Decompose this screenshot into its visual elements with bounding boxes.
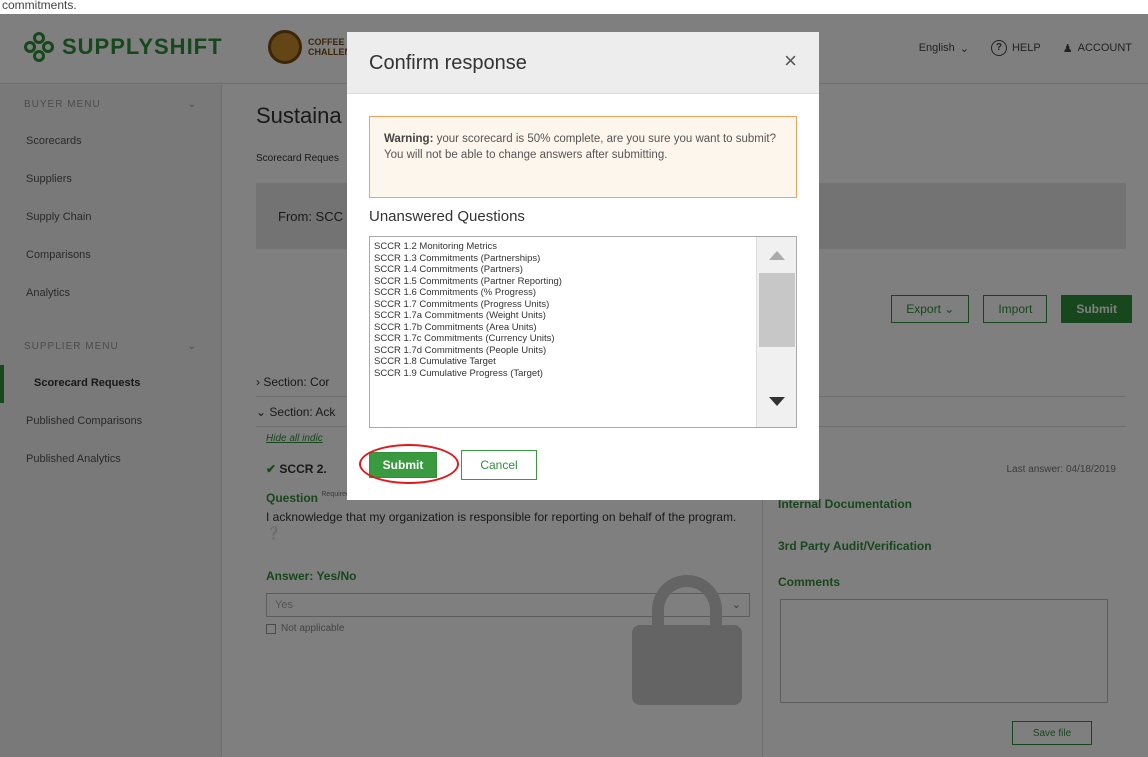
modal-title: Confirm response — [369, 52, 527, 74]
list-item: SCCR 1.7b Commitments (Area Units) — [374, 321, 537, 333]
warning-box: Warning: your scorecard is 50% complete,… — [369, 116, 797, 198]
list-item: SCCR 1.3 Commitments (Partnerships) — [374, 252, 541, 264]
list-item: SCCR 1.7 Commitments (Progress Units) — [374, 298, 550, 310]
list-item: SCCR 1.5 Commitments (Partner Reporting) — [374, 275, 562, 287]
confirm-response-modal: Confirm response × Warning: your scoreca… — [347, 32, 819, 500]
list-item: SCCR 1.7c Commitments (Currency Units) — [374, 333, 555, 344]
warning-bold: Warning: — [384, 133, 434, 145]
list-item: SCCR 1.4 Commitments (Partners) — [374, 264, 523, 275]
list-item: SCCR 1.2 Monitoring Metrics — [374, 241, 498, 252]
list-scrollbar[interactable] — [756, 237, 796, 427]
list-item: SCCR 1.6 Commitments (% Progress) — [374, 287, 537, 298]
list-item: SCCR 1.8 Cumulative Target — [374, 356, 496, 367]
unanswered-list[interactable]: SCCR 1.2 Monitoring Metrics SCCR 1.3 Com… — [369, 236, 797, 428]
scrollbar-thumb[interactable] — [759, 273, 795, 347]
modal-header: Confirm response × — [347, 32, 819, 94]
submit-highlight-ring — [359, 444, 459, 484]
scroll-up-arrow-icon[interactable] — [769, 251, 785, 260]
top-caption: commitments. — [0, 0, 1148, 14]
modal-cancel-button[interactable]: Cancel — [461, 450, 537, 480]
scroll-down-arrow-icon[interactable] — [769, 397, 785, 406]
close-icon[interactable]: × — [784, 50, 797, 72]
list-item: SCCR 1.7d Commitments (People Units) — [374, 344, 547, 356]
list-item: SCCR 1.9 Cumulative Progress (Target) — [374, 367, 543, 379]
warning-text: your scorecard is 50% complete, are you … — [384, 133, 777, 161]
unanswered-title: Unanswered Questions — [369, 208, 525, 225]
list-item: SCCR 1.7a Commitments (Weight Units) — [374, 310, 546, 321]
